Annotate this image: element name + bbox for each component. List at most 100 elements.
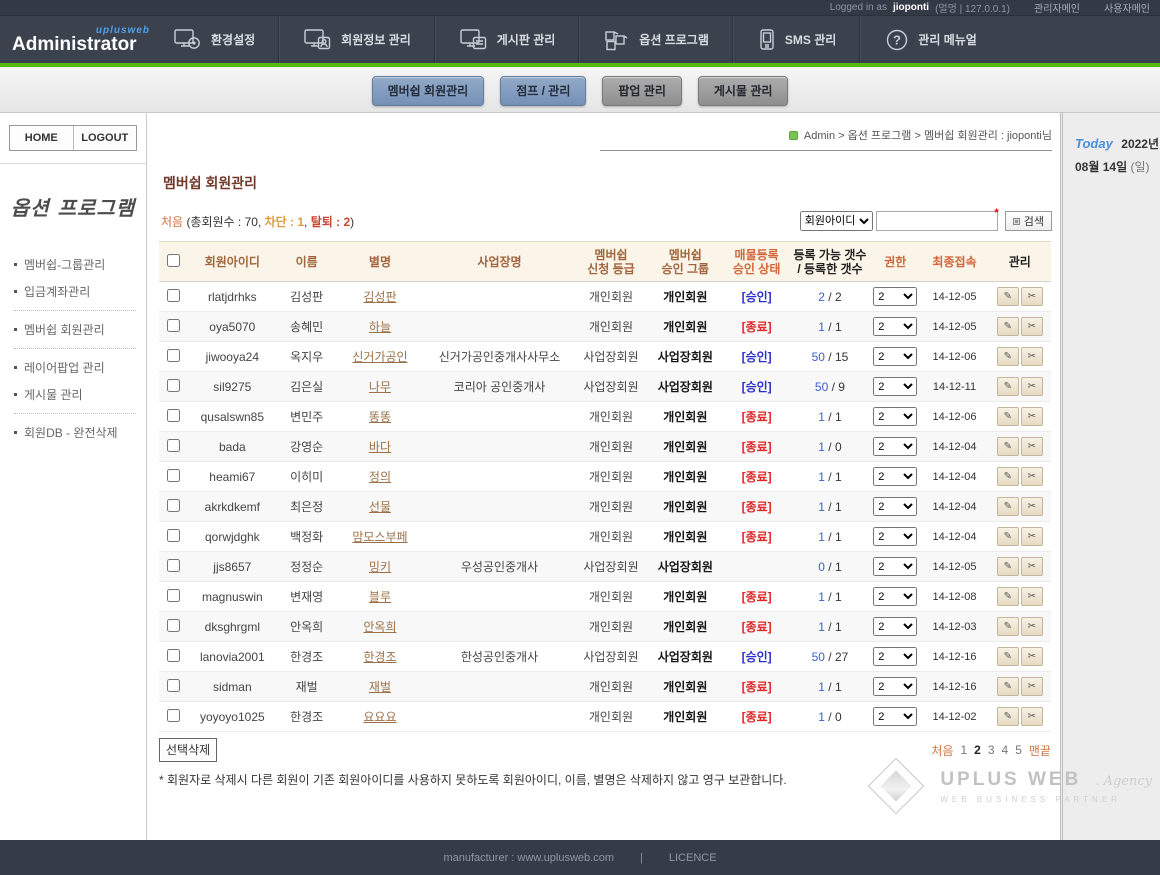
modify-button[interactable]: ✎: [997, 647, 1019, 666]
menu-item[interactable]: SMS 관리: [733, 16, 860, 63]
permission-select[interactable]: 2: [873, 287, 917, 306]
row-checkbox[interactable]: [167, 319, 180, 332]
page-last-link[interactable]: 맨끝: [1029, 742, 1051, 759]
cut-button[interactable]: ✂: [1021, 707, 1043, 726]
nickname-link[interactable]: 정의: [369, 470, 391, 484]
row-checkbox[interactable]: [167, 499, 180, 512]
modify-button[interactable]: ✎: [997, 317, 1019, 336]
permission-select[interactable]: 2: [873, 617, 917, 636]
nickname-link[interactable]: 나무: [369, 380, 391, 394]
modify-button[interactable]: ✎: [997, 437, 1019, 456]
permission-select[interactable]: 2: [873, 497, 917, 516]
cut-button[interactable]: ✂: [1021, 407, 1043, 426]
menu-item[interactable]: 게시판 관리: [435, 16, 580, 63]
nickname-link[interactable]: 요요요: [363, 710, 396, 724]
row-checkbox[interactable]: [167, 709, 180, 722]
sidebar-item[interactable]: 입금계좌관리: [14, 278, 146, 305]
permission-select[interactable]: 2: [873, 587, 917, 606]
home-button[interactable]: HOME: [10, 126, 73, 150]
page-number-link[interactable]: 3: [988, 743, 995, 757]
page-number-link[interactable]: 2: [974, 743, 981, 757]
page-number-link[interactable]: 5: [1015, 743, 1022, 757]
user-main-link[interactable]: 사용자메인: [1104, 0, 1150, 15]
modify-button[interactable]: ✎: [997, 557, 1019, 576]
permission-select[interactable]: 2: [873, 377, 917, 396]
row-checkbox[interactable]: [167, 439, 180, 452]
subnav-button[interactable]: 게시물 관리: [698, 76, 789, 106]
delete-selected-button[interactable]: 선택삭제: [159, 738, 217, 762]
row-checkbox[interactable]: [167, 409, 180, 422]
modify-button[interactable]: ✎: [997, 287, 1019, 306]
cut-button[interactable]: ✂: [1021, 377, 1043, 396]
modify-button[interactable]: ✎: [997, 677, 1019, 696]
subnav-button[interactable]: 멤버쉽 회원관리: [372, 76, 485, 106]
menu-item[interactable]: 옵션 프로그램: [579, 16, 733, 63]
nickname-link[interactable]: 김성판: [363, 290, 396, 304]
cut-button[interactable]: ✂: [1021, 647, 1043, 666]
row-checkbox[interactable]: [167, 649, 180, 662]
modify-button[interactable]: ✎: [997, 617, 1019, 636]
sidebar-item[interactable]: 멤버쉽 회원관리: [14, 316, 146, 343]
search-input[interactable]: [876, 211, 998, 231]
row-checkbox[interactable]: [167, 289, 180, 302]
nickname-link[interactable]: 선물: [369, 500, 391, 514]
permission-select[interactable]: 2: [873, 647, 917, 666]
cut-button[interactable]: ✂: [1021, 497, 1043, 516]
menu-item[interactable]: ?관리 메뉴얼: [860, 16, 1001, 63]
subnav-button[interactable]: 팝업 관리: [602, 76, 682, 106]
nickname-link[interactable]: 똥똥: [369, 410, 391, 424]
page-first-link[interactable]: 처음: [931, 742, 953, 759]
permission-select[interactable]: 2: [873, 707, 917, 726]
menu-item[interactable]: 회원정보 관리: [279, 16, 435, 63]
permission-select[interactable]: 2: [873, 527, 917, 546]
nickname-link[interactable]: 하늘: [369, 320, 391, 334]
search-field-select[interactable]: 회원아이디: [800, 211, 873, 231]
row-checkbox[interactable]: [167, 679, 180, 692]
menu-item[interactable]: 환경설정: [150, 16, 279, 63]
search-button[interactable]: 검색: [1005, 211, 1052, 231]
permission-select[interactable]: 2: [873, 437, 917, 456]
permission-select[interactable]: 2: [873, 317, 917, 336]
cut-button[interactable]: ✂: [1021, 617, 1043, 636]
permission-select[interactable]: 2: [873, 677, 917, 696]
row-checkbox[interactable]: [167, 529, 180, 542]
subnav-button[interactable]: 점프 / 관리: [500, 76, 586, 106]
logout-button[interactable]: LOGOUT: [73, 126, 137, 150]
permission-select[interactable]: 2: [873, 407, 917, 426]
sidebar-item[interactable]: 회원DB - 완전삭제: [14, 419, 146, 446]
nickname-link[interactable]: 신거가공인: [352, 350, 407, 364]
permission-select[interactable]: 2: [873, 347, 917, 366]
modify-button[interactable]: ✎: [997, 527, 1019, 546]
modify-button[interactable]: ✎: [997, 467, 1019, 486]
nickname-link[interactable]: 안옥희: [363, 620, 396, 634]
sidebar-item[interactable]: 게시물 관리: [14, 381, 146, 408]
nickname-link[interactable]: 블루: [369, 590, 391, 604]
nickname-link[interactable]: 맘모스부페: [352, 530, 407, 544]
admin-main-link[interactable]: 관리자메인: [1034, 0, 1080, 15]
sidebar-item[interactable]: 레이어팝업 관리: [14, 354, 146, 381]
cut-button[interactable]: ✂: [1021, 467, 1043, 486]
page-number-link[interactable]: 4: [1002, 743, 1009, 757]
cut-button[interactable]: ✂: [1021, 677, 1043, 696]
cut-button[interactable]: ✂: [1021, 287, 1043, 306]
permission-select[interactable]: 2: [873, 467, 917, 486]
row-checkbox[interactable]: [167, 349, 180, 362]
cut-button[interactable]: ✂: [1021, 557, 1043, 576]
row-checkbox[interactable]: [167, 559, 180, 572]
sidebar-item[interactable]: 멤버쉽-그룹관리: [14, 251, 146, 278]
row-checkbox[interactable]: [167, 589, 180, 602]
cut-button[interactable]: ✂: [1021, 317, 1043, 336]
nickname-link[interactable]: 바다: [369, 440, 391, 454]
nickname-link[interactable]: 밍키: [369, 560, 391, 574]
cut-button[interactable]: ✂: [1021, 347, 1043, 366]
row-checkbox[interactable]: [167, 619, 180, 632]
modify-button[interactable]: ✎: [997, 347, 1019, 366]
page-number-link[interactable]: 1: [960, 743, 967, 757]
cut-button[interactable]: ✂: [1021, 587, 1043, 606]
cut-button[interactable]: ✂: [1021, 527, 1043, 546]
row-checkbox[interactable]: [167, 469, 180, 482]
cut-button[interactable]: ✂: [1021, 437, 1043, 456]
row-checkbox[interactable]: [167, 379, 180, 392]
nickname-link[interactable]: 한경조: [363, 650, 396, 664]
modify-button[interactable]: ✎: [997, 377, 1019, 396]
